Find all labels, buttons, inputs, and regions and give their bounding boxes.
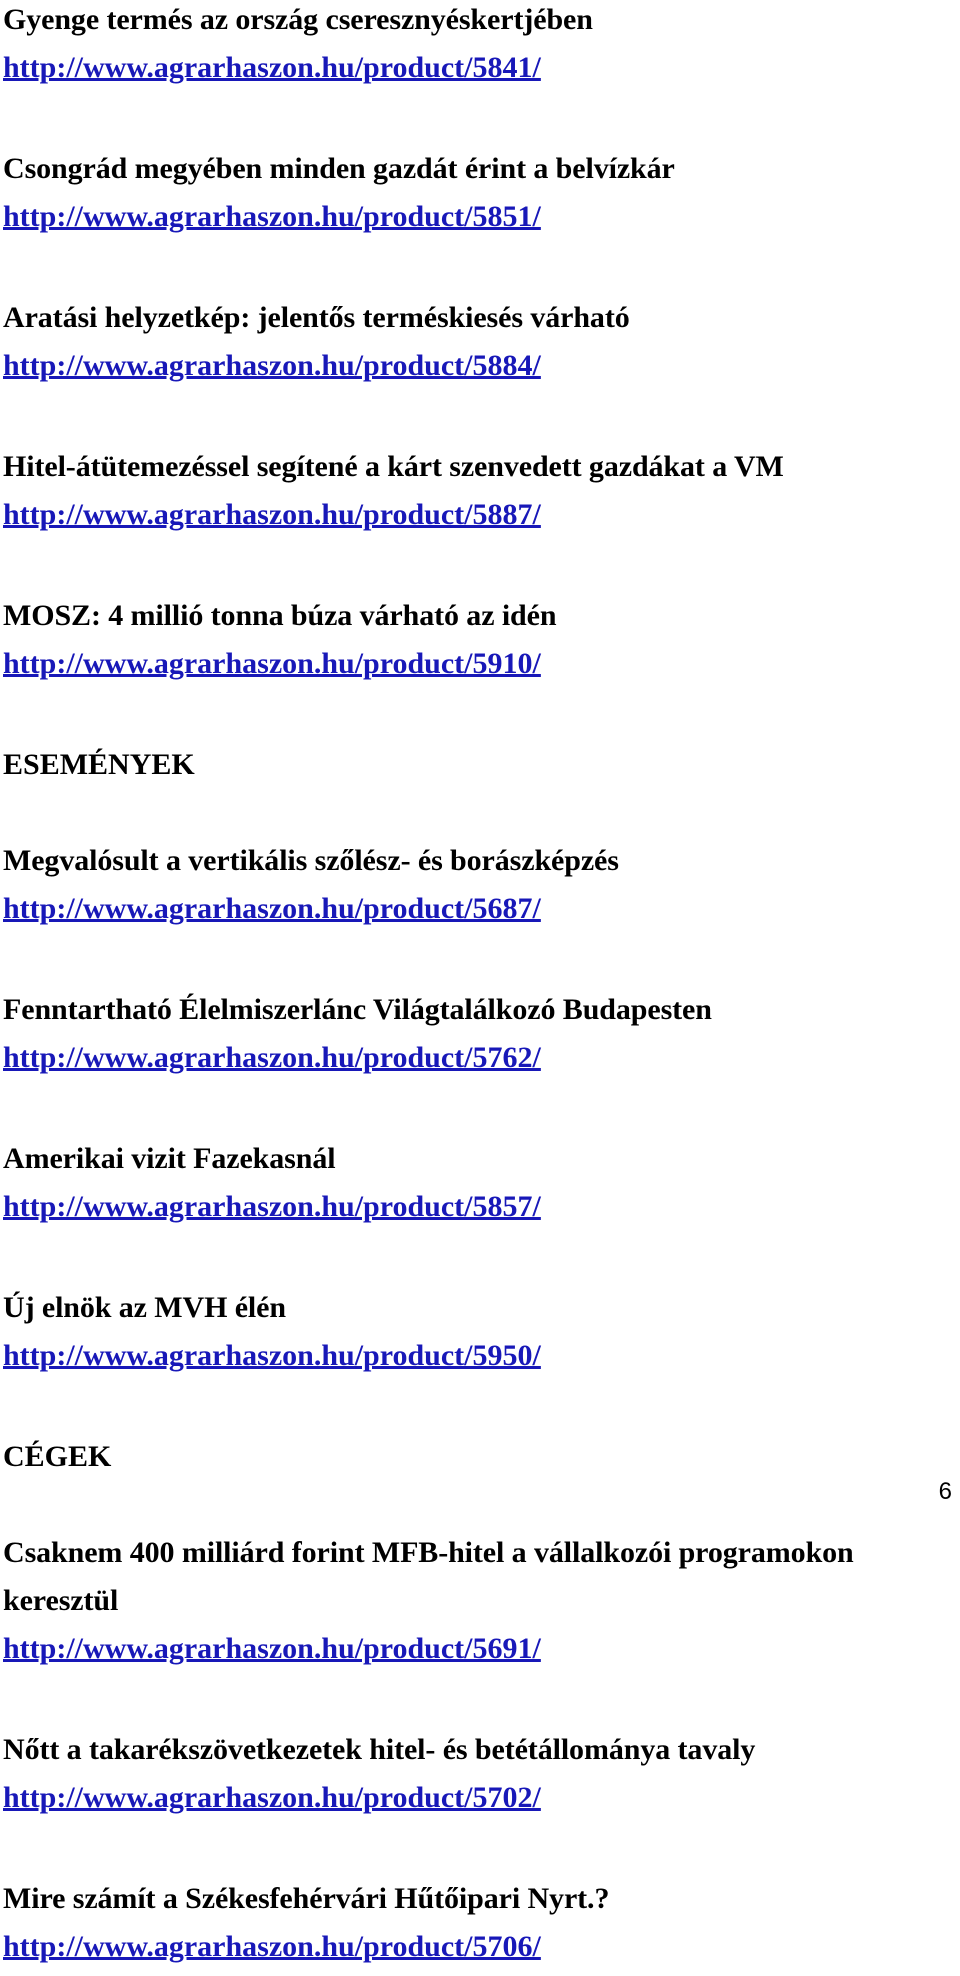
- news-entry: Megvalósult a vertikális szőlész- és bor…: [3, 837, 883, 938]
- news-url-line: http://www.agrarhaszon.hu/product/5687/: [3, 885, 883, 938]
- news-headline: Új elnök az MVH élén: [3, 1291, 286, 1324]
- news-url-line: http://www.agrarhaszon.hu/product/5950/: [3, 1332, 883, 1385]
- news-headline: Amerikai vizit Fazekasnál: [3, 1142, 336, 1175]
- news-entry: Aratási helyzetkép: jelentős terméskiesé…: [3, 294, 883, 395]
- news-url-link[interactable]: http://www.agrarhaszon.hu/product/5706/: [3, 1923, 541, 1971]
- news-url-line: http://www.agrarhaszon.hu/product/5887/: [3, 491, 883, 544]
- section-heading-cegek: CÉGEK: [3, 1440, 112, 1473]
- news-url-line: http://www.agrarhaszon.hu/product/5857/: [3, 1183, 883, 1236]
- news-url-line: http://www.agrarhaszon.hu/product/5691/: [3, 1625, 883, 1678]
- news-url-link[interactable]: http://www.agrarhaszon.hu/product/5691/: [3, 1625, 541, 1673]
- news-url-line: http://www.agrarhaszon.hu/product/5884/: [3, 342, 883, 395]
- news-headline: Fenntartható Élelmiszerlánc Világtalálko…: [3, 993, 712, 1026]
- news-url-line: http://www.agrarhaszon.hu/product/5706/: [3, 1923, 883, 1976]
- news-headline: Gyenge termés az ország cseresznyéskertj…: [3, 3, 593, 36]
- news-headline: Hitel-átütemezéssel segítené a kárt szen…: [3, 450, 784, 483]
- news-headline: Csongrád megyében minden gazdát érint a …: [3, 152, 675, 185]
- news-entry: Amerikai vizit Fazekasnál http://www.agr…: [3, 1135, 883, 1236]
- news-entry: Csaknem 400 milliárd forint MFB-hitel a …: [3, 1529, 883, 1678]
- news-url-link[interactable]: http://www.agrarhaszon.hu/product/5762/: [3, 1034, 541, 1082]
- news-headline: Nőtt a takarékszövetkezetek hitel- és be…: [3, 1733, 756, 1766]
- news-url-line: http://www.agrarhaszon.hu/product/5762/: [3, 1034, 883, 1087]
- news-headline: Megvalósult a vertikális szőlész- és bor…: [3, 844, 619, 877]
- news-headline: Aratási helyzetkép: jelentős terméskiesé…: [3, 301, 630, 334]
- news-headline: MOSZ: 4 millió tonna búza várható az idé…: [3, 599, 557, 632]
- news-entry: Nőtt a takarékszövetkezetek hitel- és be…: [3, 1726, 883, 1827]
- news-digest-content: Gyenge termés az ország cseresznyéskertj…: [3, 0, 883, 1976]
- news-headline: Csaknem 400 milliárd forint MFB-hitel a …: [3, 1536, 854, 1617]
- news-url-line: http://www.agrarhaszon.hu/product/5702/: [3, 1774, 883, 1827]
- news-entry: Új elnök az MVH élén http://www.agrarhas…: [3, 1284, 883, 1385]
- news-url-line: http://www.agrarhaszon.hu/product/5910/: [3, 640, 883, 693]
- news-url-line: http://www.agrarhaszon.hu/product/5841/: [3, 44, 883, 97]
- news-entry: Fenntartható Élelmiszerlánc Világtalálko…: [3, 986, 883, 1087]
- news-url-link[interactable]: http://www.agrarhaszon.hu/product/5687/: [3, 885, 541, 933]
- news-section: ESEMÉNYEK Megvalósult a vertikális szőlé…: [3, 741, 883, 1385]
- news-section: CÉGEK Csaknem 400 milliárd forint MFB-hi…: [3, 1433, 883, 1976]
- news-url-line: http://www.agrarhaszon.hu/product/5851/: [3, 193, 883, 246]
- news-url-link[interactable]: http://www.agrarhaszon.hu/product/5851/: [3, 193, 541, 241]
- news-url-link[interactable]: http://www.agrarhaszon.hu/product/5950/: [3, 1332, 541, 1380]
- news-url-link[interactable]: http://www.agrarhaszon.hu/product/5887/: [3, 491, 541, 539]
- news-entry: MOSZ: 4 millió tonna búza várható az idé…: [3, 592, 883, 693]
- news-url-link[interactable]: http://www.agrarhaszon.hu/product/5702/: [3, 1774, 541, 1822]
- news-url-link[interactable]: http://www.agrarhaszon.hu/product/5884/: [3, 342, 541, 390]
- news-entry: Csongrád megyében minden gazdát érint a …: [3, 145, 883, 246]
- news-entry: Gyenge termés az ország cseresznyéskertj…: [3, 0, 883, 97]
- news-section: Gyenge termés az ország cseresznyéskertj…: [3, 0, 883, 693]
- section-heading-esemenyek: ESEMÉNYEK: [3, 748, 195, 781]
- news-url-link[interactable]: http://www.agrarhaszon.hu/product/5857/: [3, 1183, 541, 1231]
- news-headline: Mire számít a Székesfehérvári Hűtőipari …: [3, 1882, 610, 1915]
- news-entry: Mire számít a Székesfehérvári Hűtőipari …: [3, 1875, 883, 1976]
- document-page: Gyenge termés az ország cseresznyéskertj…: [0, 0, 960, 1963]
- page-number: 6: [938, 1478, 952, 1505]
- news-entry: Hitel-átütemezéssel segítené a kárt szen…: [3, 443, 883, 544]
- news-url-link[interactable]: http://www.agrarhaszon.hu/product/5841/: [3, 44, 541, 92]
- news-url-link[interactable]: http://www.agrarhaszon.hu/product/5910/: [3, 640, 541, 688]
